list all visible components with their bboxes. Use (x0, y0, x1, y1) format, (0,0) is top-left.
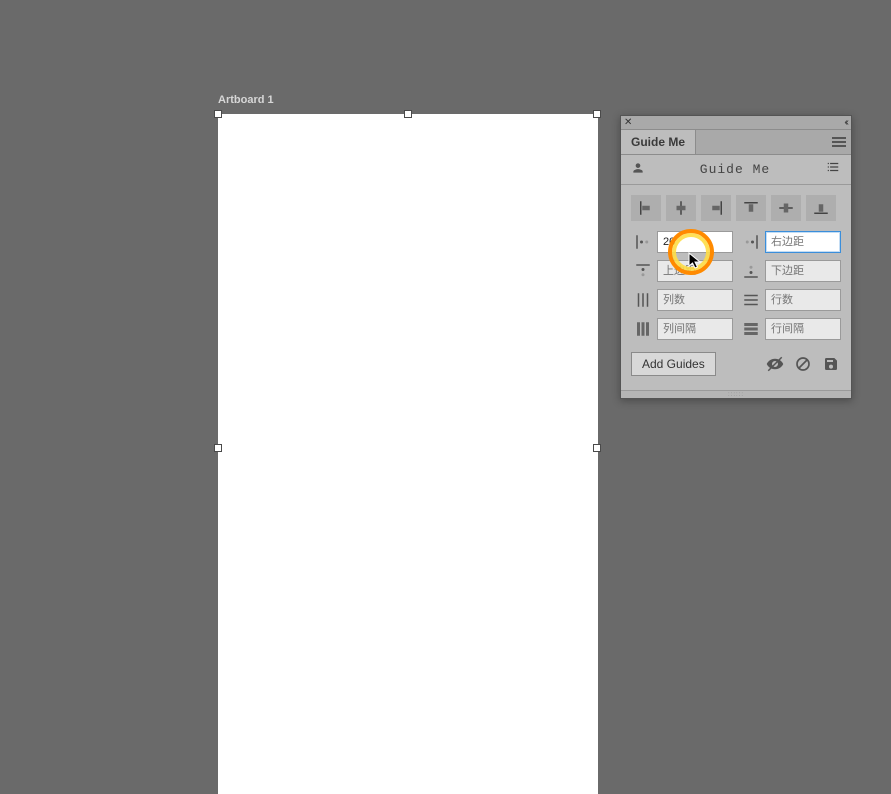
guide-me-panel: ✕ ‹‹ Guide Me Guide Me (620, 115, 852, 399)
hamburger-icon (832, 135, 846, 149)
row-gap-input[interactable] (765, 318, 841, 340)
margin-right-icon (739, 231, 763, 253)
align-right-button[interactable] (701, 195, 731, 221)
margin-grid (621, 227, 851, 352)
user-icon[interactable] (631, 161, 645, 178)
panel-chrome: ✕ ‹‹ (621, 116, 851, 130)
align-vcenter-button[interactable] (771, 195, 801, 221)
columns-input[interactable] (657, 289, 733, 311)
panel-title: Guide Me (645, 162, 825, 177)
save-icon[interactable] (821, 354, 841, 374)
action-row: Add Guides (621, 352, 851, 390)
selection-handle-mr[interactable] (593, 444, 601, 452)
panel-tab-guide-me[interactable]: Guide Me (621, 130, 696, 154)
artboard-label: Artboard 1 (218, 94, 274, 106)
bottom-margin-input[interactable] (765, 260, 841, 282)
row-gap-icon (739, 318, 763, 340)
margin-left-icon (631, 231, 655, 253)
margin-row-tb (631, 260, 841, 282)
align-top-button[interactable] (736, 195, 766, 221)
align-left-button[interactable] (631, 195, 661, 221)
add-guides-button[interactable]: Add Guides (631, 352, 716, 376)
panel-collapse-icon[interactable]: ‹‹ (844, 117, 847, 128)
list-icon[interactable] (825, 160, 841, 179)
align-bottom-button[interactable] (806, 195, 836, 221)
selection-handle-ml[interactable] (214, 444, 222, 452)
panel-menu-icon[interactable] (827, 130, 851, 154)
left-margin-input[interactable] (657, 231, 733, 253)
margin-top-icon (631, 260, 655, 282)
panel-body: Guide Me (621, 155, 851, 390)
panel-title-row: Guide Me (621, 155, 851, 185)
panel-tabbar: Guide Me (621, 130, 851, 155)
selection-handle-tr[interactable] (593, 110, 601, 118)
align-hcenter-button[interactable] (666, 195, 696, 221)
selection-handle-tc[interactable] (404, 110, 412, 118)
rows-input[interactable] (765, 289, 841, 311)
visibility-toggle-icon[interactable] (765, 354, 785, 374)
column-gap-input[interactable] (657, 318, 733, 340)
artboard-canvas[interactable] (218, 114, 598, 794)
align-buttons-row (621, 185, 851, 227)
margin-bottom-icon (739, 260, 763, 282)
count-row (631, 289, 841, 311)
column-gap-icon (631, 318, 655, 340)
top-margin-input[interactable] (657, 260, 733, 282)
selection-handle-tl[interactable] (214, 110, 222, 118)
panel-close-icon[interactable]: ✕ (624, 117, 632, 128)
right-margin-input[interactable] (765, 231, 841, 253)
rows-icon (739, 289, 763, 311)
clear-guides-icon[interactable] (793, 354, 813, 374)
columns-icon (631, 289, 655, 311)
panel-resize-grip[interactable]: :::::: (621, 390, 851, 398)
gap-row (631, 318, 841, 340)
margin-row-lr (631, 231, 841, 253)
